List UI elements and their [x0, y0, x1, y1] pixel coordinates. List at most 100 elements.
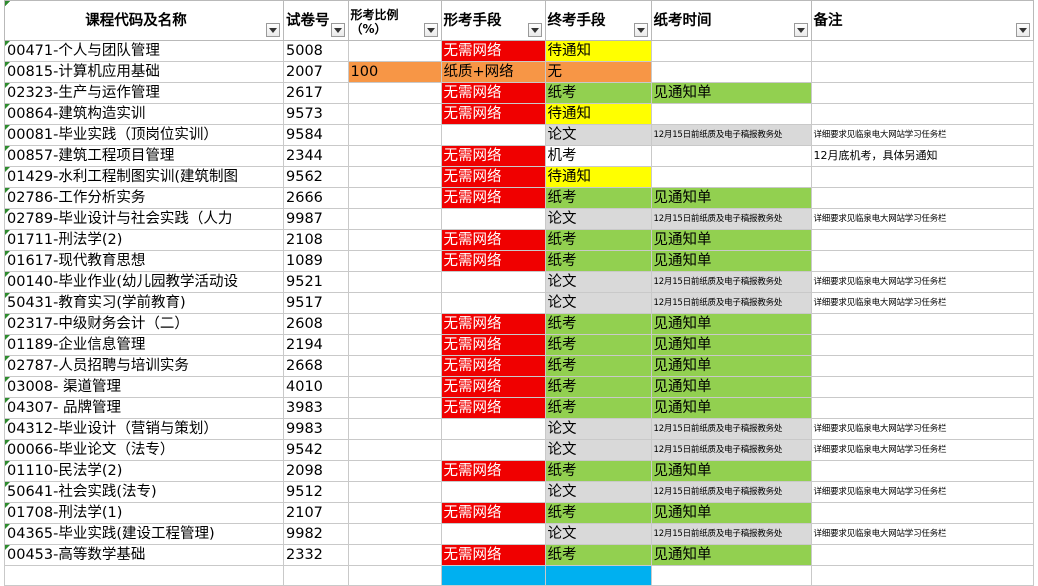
cell-remark[interactable]	[810, 61, 1034, 83]
cell-paper-no[interactable]: 2344	[4, 0, 349, 167]
cell-exam-time[interactable]: 见通知单	[650, 397, 812, 419]
cell-ratio[interactable]	[347, 460, 442, 482]
cell-final[interactable]: 纸考	[544, 187, 652, 209]
cell-formative[interactable]	[440, 418, 546, 440]
cell-formative[interactable]: 无需网络	[440, 229, 546, 251]
cell-exam-time[interactable]: 12月15日前纸质及电子稿报教务处	[650, 124, 812, 146]
cell-paper-no[interactable]: 2194	[4, 0, 349, 356]
cell-remark[interactable]	[810, 250, 1034, 272]
cell-remark[interactable]	[810, 229, 1034, 251]
cell-paper-no[interactable]: 5008	[4, 0, 349, 62]
cell-course[interactable]: 01617-现代教育思想	[4, 250, 284, 272]
cell-formative[interactable]	[440, 124, 546, 146]
cell-exam-time[interactable]: 12月15日前纸质及电子稿报教务处	[650, 292, 812, 314]
cell-formative[interactable]: 无需网络	[440, 103, 546, 125]
cell-remark[interactable]	[810, 313, 1034, 335]
cell-ratio[interactable]	[347, 40, 442, 62]
cell-final[interactable]: 纸考	[544, 397, 652, 419]
cell-paper-no[interactable]: 9521	[4, 0, 349, 293]
cell-final[interactable]: 待通知	[544, 40, 652, 62]
cell-exam-time[interactable]	[650, 103, 812, 125]
cell-ratio[interactable]	[347, 250, 442, 272]
cell-paper-no[interactable]: 2107	[4, 0, 349, 524]
cell-remark[interactable]: 详细要求见临泉电大网站学习任务栏	[810, 439, 1034, 461]
cell-exam-time[interactable]: 见通知单	[650, 460, 812, 482]
cell-exam-time[interactable]: 见通知单	[650, 355, 812, 377]
cell-exam-time[interactable]: 见通知单	[650, 82, 812, 104]
cell-paper-no[interactable]: 4010	[4, 0, 349, 398]
filter-dropdown-icon[interactable]	[330, 23, 345, 37]
cell-exam-time[interactable]	[650, 166, 812, 188]
cell-remark[interactable]	[810, 544, 1034, 566]
header-remark[interactable]: 备注	[810, 0, 1034, 41]
cell-course[interactable]: 04307- 品牌管理	[4, 397, 284, 419]
cell-paper-no[interactable]: 9542	[4, 0, 349, 461]
cell-exam-time[interactable]: 12月15日前纸质及电子稿报教务处	[650, 271, 812, 293]
header-paper-no[interactable]: 试卷号	[283, 0, 349, 41]
cell-formative[interactable]: 无需网络	[440, 313, 546, 335]
cell-formative[interactable]	[440, 439, 546, 461]
cell-ratio[interactable]: 100	[347, 61, 442, 83]
cell-remark[interactable]	[810, 460, 1034, 482]
cell-final[interactable]: 纸考	[544, 376, 652, 398]
cell-formative[interactable]	[440, 292, 546, 314]
cell-formative[interactable]	[440, 271, 546, 293]
cell-ratio[interactable]	[347, 229, 442, 251]
cell-ratio[interactable]	[347, 82, 442, 104]
cell-ratio[interactable]	[347, 418, 442, 440]
cell-exam-time[interactable]: 12月15日前纸质及电子稿报教务处	[650, 523, 812, 545]
header-course[interactable]: 课程代码及名称	[4, 0, 284, 41]
cell-ratio[interactable]	[347, 145, 442, 167]
cell-course[interactable]: 02317-中级财务会计（二）	[4, 313, 284, 335]
cell-paper-no[interactable]: 9517	[4, 0, 349, 314]
cell-course[interactable]: 02787-人员招聘与培训实务	[4, 355, 284, 377]
cell-final[interactable]: 纸考	[544, 82, 652, 104]
cell-formative[interactable]	[440, 481, 546, 503]
cell-remark[interactable]: 详细要求见临泉电大网站学习任务栏	[810, 523, 1034, 545]
header-exam-time[interactable]: 纸考时间	[650, 0, 812, 41]
cell-course[interactable]: 03008- 渠道管理	[4, 376, 284, 398]
cell-paper-no[interactable]: 9573	[4, 0, 349, 125]
cell-remark[interactable]	[810, 334, 1034, 356]
cell-final[interactable]: 纸考	[544, 355, 652, 377]
cell-remark[interactable]	[810, 82, 1034, 104]
cell-course[interactable]: 00471-个人与团队管理	[4, 40, 284, 62]
cell-course[interactable]: 50431-教育实习(学前教育)	[4, 292, 284, 314]
cell-formative[interactable]: 无需网络	[440, 166, 546, 188]
filter-dropdown-icon[interactable]	[1015, 23, 1030, 37]
cell-exam-time[interactable]: 见通知单	[650, 229, 812, 251]
cell-remark[interactable]	[810, 502, 1034, 524]
cell-course[interactable]: 01708-刑法学(1)	[4, 502, 284, 524]
cell-ratio[interactable]	[347, 271, 442, 293]
cell-remark[interactable]	[810, 187, 1034, 209]
cell-final[interactable]: 纸考	[544, 229, 652, 251]
cell-final[interactable]: 论文	[544, 124, 652, 146]
cell-ratio[interactable]	[347, 397, 442, 419]
cell-course[interactable]: 04365-毕业实践(建设工程管理)	[4, 523, 284, 545]
cell-remark[interactable]: 详细要求见临泉电大网站学习任务栏	[810, 124, 1034, 146]
cell-formative[interactable]: 无需网络	[440, 334, 546, 356]
cell-final[interactable]: 纸考	[544, 334, 652, 356]
cell-remark[interactable]: 详细要求见临泉电大网站学习任务栏	[810, 208, 1034, 230]
cell-remark[interactable]	[810, 376, 1034, 398]
filter-dropdown-icon[interactable]	[633, 23, 648, 37]
filter-dropdown-icon[interactable]	[793, 23, 808, 37]
cell-ratio[interactable]	[347, 103, 442, 125]
cell-formative[interactable]: 无需网络	[440, 397, 546, 419]
cell-ratio[interactable]	[347, 166, 442, 188]
cell-exam-time[interactable]: 12月15日前纸质及电子稿报教务处	[650, 418, 812, 440]
cell-final[interactable]: 纸考	[544, 313, 652, 335]
cell-formative[interactable]	[440, 523, 546, 545]
cell-ratio[interactable]	[347, 439, 442, 461]
cell-course[interactable]: 00815-计算机应用基础	[4, 61, 284, 83]
cell-course[interactable]: 00140-毕业作业(幼儿园教学活动设	[4, 271, 284, 293]
cell-course[interactable]: 00453-高等数学基础	[4, 544, 284, 566]
cell-final[interactable]: 论文	[544, 208, 652, 230]
cell-paper-no[interactable]: 1089	[4, 0, 349, 272]
cell-course[interactable]: 01429-水利工程制图实训(建筑制图	[4, 166, 284, 188]
cell-paper-no[interactable]: 2332	[4, 0, 349, 566]
cell-formative[interactable]: 无需网络	[440, 82, 546, 104]
cell-remark[interactable]	[810, 103, 1034, 125]
cell-exam-time[interactable]: 见通知单	[650, 313, 812, 335]
filter-dropdown-icon[interactable]	[266, 23, 280, 37]
